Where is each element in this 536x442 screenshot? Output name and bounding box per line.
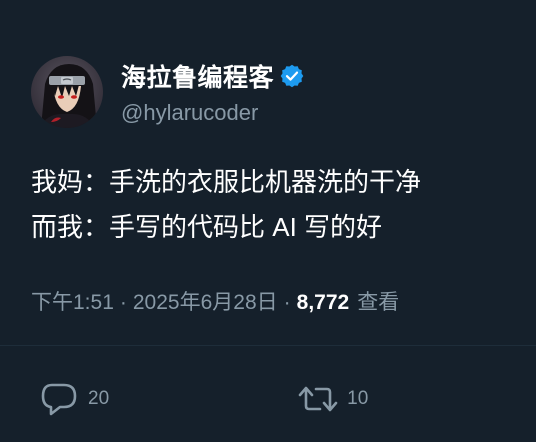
reply-count: 20 xyxy=(88,388,110,409)
tweet-page: ˙˙˙ 海拉鲁编程客 @hylarucoder 我妈：手洗的衣服比机器洗的干净 … xyxy=(0,0,536,442)
tweet-body: 我妈：手洗的衣服比机器洗的干净 而我：手写的代码比 AI 写的好 xyxy=(31,160,521,250)
display-name[interactable]: 海拉鲁编程客 xyxy=(121,58,274,94)
display-name-row: 海拉鲁编程客 xyxy=(121,58,304,94)
retweet-count: 10 xyxy=(347,388,369,409)
tweet-line: 而我：手写的代码比 AI 写的好 xyxy=(31,212,383,242)
author-handle[interactable]: @hylarucoder xyxy=(121,100,304,126)
avatar-image xyxy=(31,56,103,128)
divider xyxy=(0,345,536,346)
retweet-button[interactable]: 10 xyxy=(297,380,368,418)
verified-badge-icon[interactable] xyxy=(280,64,304,88)
previous-tweet-fragment: ˙˙˙ xyxy=(142,0,159,10)
retweet-icon xyxy=(297,380,339,418)
tweet-line: 我妈：手洗的衣服比机器洗的干净 xyxy=(31,167,422,197)
tweet-date[interactable]: 2025年6月28日 xyxy=(133,286,278,316)
tweet-header: 海拉鲁编程客 @hylarucoder xyxy=(31,56,304,128)
meta-separator: · xyxy=(283,291,291,314)
meta-separator: · xyxy=(119,291,127,314)
views-label[interactable]: 查看 xyxy=(357,286,399,316)
reply-icon xyxy=(38,380,80,418)
avatar[interactable] xyxy=(31,56,103,128)
reply-button[interactable]: 20 xyxy=(38,380,109,418)
views-count[interactable]: 8,772 xyxy=(297,291,350,315)
tweet-actions: 20 10 xyxy=(38,380,368,418)
author-names: 海拉鲁编程客 @hylarucoder xyxy=(121,58,304,126)
tweet-meta: 下午1:51 · 2025年6月28日 · 8,772 查看 xyxy=(31,286,399,316)
tweet-time[interactable]: 下午1:51 xyxy=(31,286,114,316)
